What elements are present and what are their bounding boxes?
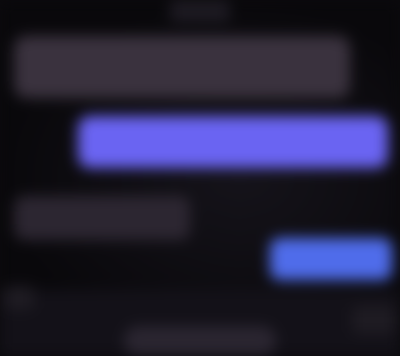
message-bubble-incoming	[14, 196, 190, 240]
message-bubble-incoming	[14, 36, 350, 98]
message-input[interactable]	[124, 326, 276, 356]
message-bubble-outgoing	[78, 116, 388, 168]
message-bubble-outgoing	[270, 238, 392, 280]
attachment-icon[interactable]	[4, 286, 34, 310]
header-bar	[170, 0, 230, 22]
blurred-chat-screen	[0, 0, 400, 356]
send-icon[interactable]	[352, 306, 396, 334]
